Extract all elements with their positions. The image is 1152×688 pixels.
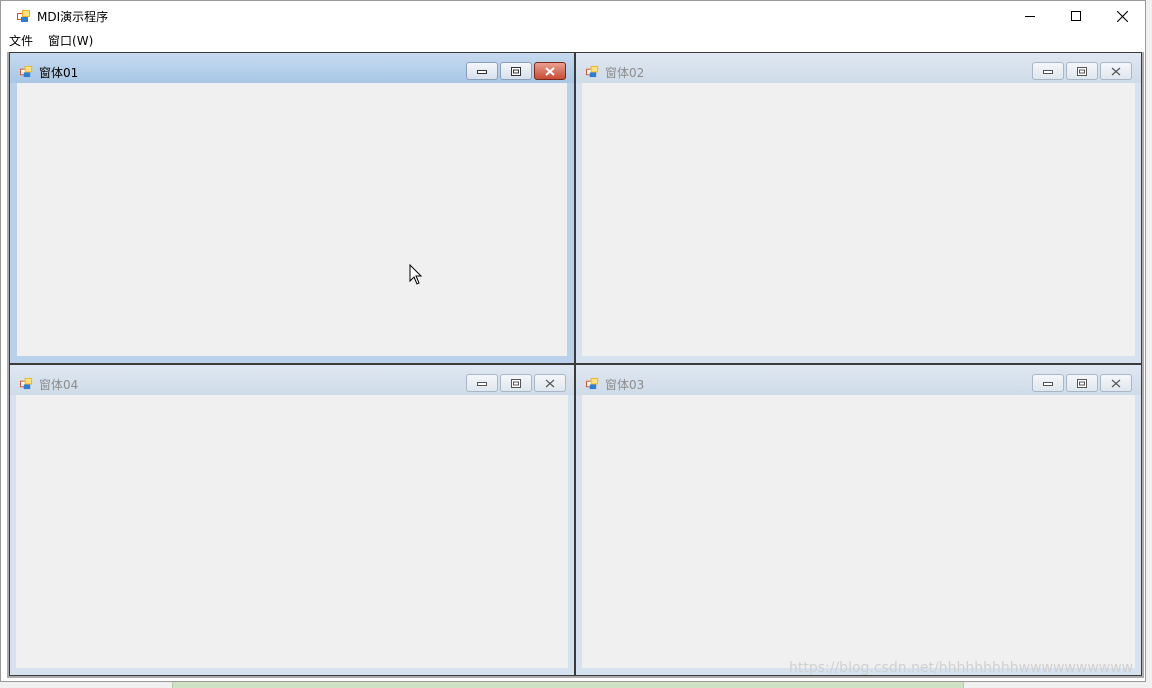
child-window-icon [20, 377, 33, 390]
child-close-button[interactable] [1100, 62, 1132, 80]
child-client-area[interactable] [582, 395, 1135, 668]
child-close-button[interactable] [534, 62, 566, 80]
close-icon [545, 379, 555, 387]
child-window-04[interactable]: 窗体04 [9, 364, 575, 676]
child-title-bar[interactable]: 窗体01 [10, 53, 574, 83]
child-title: 窗体03 [605, 378, 645, 392]
minimize-icon [1025, 16, 1035, 17]
child-minimize-button[interactable] [466, 62, 498, 80]
menu-file[interactable]: 文件 [2, 31, 40, 52]
minimize-button[interactable] [1007, 1, 1053, 31]
child-close-button[interactable] [534, 374, 566, 392]
child-restore-button[interactable] [500, 374, 532, 392]
minimize-icon [1043, 382, 1053, 386]
watermark-text: https://blog.csdn.net/hhhhhhhhhwwwwwwwww… [789, 660, 1134, 676]
close-button[interactable] [1099, 1, 1145, 31]
maximize-button[interactable] [1053, 1, 1099, 31]
background-window-edge [172, 682, 964, 688]
child-minimize-button[interactable] [1032, 62, 1064, 80]
title-bar[interactable]: MDI演示程序 [1, 1, 1145, 31]
child-window-03[interactable]: 窗体03 [575, 364, 1142, 676]
child-title: 窗体01 [39, 66, 79, 80]
mouse-cursor-icon [409, 263, 423, 286]
close-icon [1111, 379, 1121, 387]
child-client-area[interactable] [16, 395, 568, 668]
child-window-01[interactable]: 窗体01 [9, 52, 575, 364]
child-restore-button[interactable] [1066, 62, 1098, 80]
window-title: MDI演示程序 [37, 10, 109, 24]
child-minimize-button[interactable] [466, 374, 498, 392]
child-restore-button[interactable] [1066, 374, 1098, 392]
close-icon [1111, 67, 1121, 75]
child-title: 窗体04 [39, 378, 79, 392]
close-icon [545, 66, 555, 76]
child-title: 窗体02 [605, 66, 645, 80]
restore-icon [1077, 66, 1087, 76]
child-title-bar[interactable]: 窗体03 [576, 365, 1141, 395]
child-client-area[interactable] [582, 83, 1135, 356]
menu-bar: 文件 窗口(W) [1, 31, 1145, 52]
child-restore-button[interactable] [500, 62, 532, 80]
minimize-icon [477, 382, 487, 386]
menu-window[interactable]: 窗口(W) [41, 31, 100, 52]
child-minimize-button[interactable] [1032, 374, 1064, 392]
minimize-icon [477, 70, 487, 74]
restore-icon [511, 66, 521, 76]
child-window-icon [586, 65, 599, 78]
minimize-icon [1043, 70, 1053, 74]
child-client-area[interactable] [17, 83, 567, 356]
child-title-bar[interactable]: 窗体04 [10, 365, 574, 395]
close-icon [1116, 10, 1128, 22]
app-window-icon [17, 9, 31, 23]
mdi-client-area: 窗体01 窗体02 窗体04 窗体03 [7, 52, 1144, 678]
maximize-icon [1071, 11, 1081, 21]
child-close-button[interactable] [1100, 374, 1132, 392]
child-window-02[interactable]: 窗体02 [575, 52, 1142, 364]
child-title-bar[interactable]: 窗体02 [576, 53, 1141, 83]
child-window-icon [20, 65, 33, 78]
restore-icon [511, 378, 521, 388]
child-window-icon [586, 377, 599, 390]
restore-icon [1077, 378, 1087, 388]
